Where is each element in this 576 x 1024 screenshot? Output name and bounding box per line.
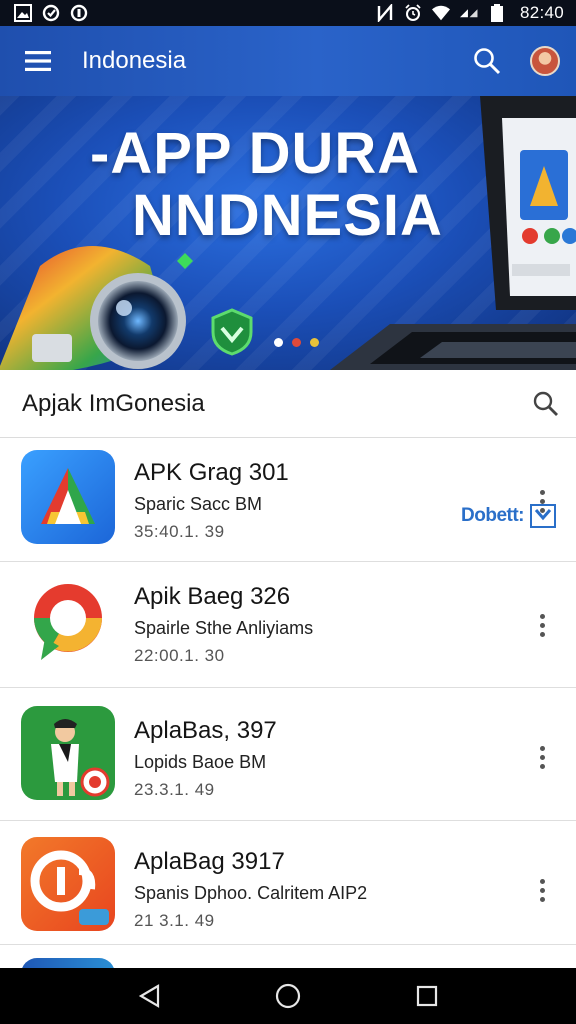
status-bar: 82:40 bbox=[0, 0, 576, 26]
app-subtitle: Spairle Sthe Anliyiams bbox=[134, 618, 314, 638]
orange-app-icon bbox=[21, 837, 115, 931]
app-bar: Indonesia bbox=[0, 26, 576, 96]
status-right-icons: 82:40 bbox=[376, 3, 564, 23]
menu-icon bbox=[25, 51, 51, 71]
nfc-icon bbox=[376, 4, 394, 22]
page-title: Indonesia bbox=[82, 47, 187, 74]
section-title: Apjak ImGonesia bbox=[22, 389, 205, 417]
section-search-button[interactable] bbox=[516, 391, 576, 417]
gallery-icon bbox=[14, 4, 32, 22]
app-meta: 21 3.1. 49 bbox=[134, 911, 215, 930]
carousel-dot-2[interactable] bbox=[292, 338, 301, 347]
list-item[interactable]: AplaBas, 397 Lopids Baoe BM 23.3.1. 49 bbox=[0, 688, 576, 821]
carousel-dot-1[interactable] bbox=[274, 338, 283, 347]
next-app-icon-peek bbox=[21, 958, 115, 968]
shield-icon bbox=[211, 308, 253, 356]
more-options-button[interactable] bbox=[530, 873, 554, 907]
back-button[interactable] bbox=[129, 976, 169, 1016]
more-options-button[interactable] bbox=[530, 740, 554, 774]
app-a-icon bbox=[21, 450, 115, 544]
app-name: AplaBas, 397 bbox=[134, 717, 277, 744]
app-name: APK Grag 301 bbox=[134, 459, 289, 486]
menu-button[interactable] bbox=[8, 26, 68, 96]
status-time: 82:40 bbox=[519, 3, 564, 22]
section-header: Apjak ImGonesia bbox=[0, 370, 576, 438]
chrome-like-icon bbox=[21, 574, 115, 668]
home-icon bbox=[275, 983, 301, 1009]
player-icon bbox=[21, 706, 115, 800]
carousel-indicator[interactable] bbox=[274, 338, 319, 347]
search-icon bbox=[474, 48, 501, 75]
navigation-bar bbox=[0, 968, 576, 1024]
alarm-icon bbox=[404, 4, 422, 22]
more-options-button[interactable] bbox=[530, 608, 554, 642]
carousel-dot-3[interactable] bbox=[310, 338, 319, 347]
download-icon bbox=[530, 504, 556, 528]
list-item[interactable]: Apik Baeg 326 Spairle Sthe Anliyiams 22:… bbox=[0, 562, 576, 688]
signal-icon bbox=[459, 4, 478, 22]
home-button[interactable] bbox=[268, 976, 308, 1016]
promo-banner[interactable]: -APP DURA NNDNESIA bbox=[0, 96, 576, 370]
battery-icon bbox=[488, 4, 506, 22]
wifi-icon bbox=[431, 4, 450, 22]
app-name: AplaBag 3917 bbox=[134, 848, 285, 875]
list-item[interactable]: AplaBag 3917 Spanis Dphoo. Calritem AIP2… bbox=[0, 821, 576, 945]
recents-icon bbox=[416, 985, 437, 1007]
gem-icon bbox=[177, 253, 193, 269]
back-icon bbox=[139, 984, 160, 1008]
status-left-icons bbox=[14, 4, 88, 22]
search-icon bbox=[533, 391, 558, 416]
list-item[interactable]: APK Grag 301 Sparic Sacc BM 35:40.1. 39 … bbox=[0, 438, 576, 562]
app-name: Apik Baeg 326 bbox=[134, 583, 291, 610]
badge-label: Dobett: bbox=[461, 505, 524, 526]
app-meta: 22:00.1. 30 bbox=[134, 646, 225, 665]
recents-button[interactable] bbox=[407, 976, 447, 1016]
app-subtitle: Lopids Baoe BM bbox=[134, 752, 267, 772]
app-subtitle: Spanis Dphoo. Calritem AIP2 bbox=[134, 883, 368, 903]
data-saver-icon bbox=[70, 4, 88, 22]
sync-icon bbox=[42, 4, 60, 22]
avatar[interactable] bbox=[530, 46, 560, 76]
search-button[interactable] bbox=[462, 26, 512, 96]
app-badge: Dobett: bbox=[461, 504, 556, 528]
app-list: APK Grag 301 Sparic Sacc BM 35:40.1. 39 … bbox=[0, 438, 576, 968]
app-meta: 23.3.1. 49 bbox=[134, 780, 215, 799]
banner-headline-line2: NNDNESIA bbox=[132, 183, 443, 248]
banner-headline-line1: -APP DURA bbox=[90, 121, 421, 186]
